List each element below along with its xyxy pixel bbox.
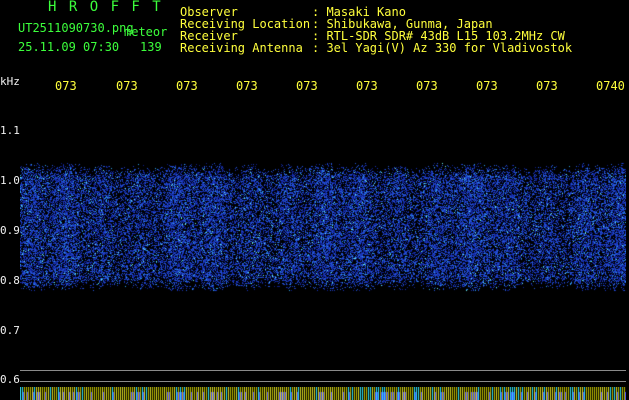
y-tick-3: 0.9 bbox=[0, 224, 20, 237]
x-tick-10: 0740 bbox=[596, 79, 625, 93]
x-tick-4: 073 bbox=[236, 79, 258, 93]
x-tick-2: 073 bbox=[116, 79, 138, 93]
datetime-label: 25.11.09 07:30 bbox=[18, 40, 120, 54]
x-tick-3: 073 bbox=[176, 79, 198, 93]
meteor-detection-strip bbox=[20, 387, 626, 400]
spectrogram-plot bbox=[20, 95, 626, 385]
x-tick-5: 073 bbox=[296, 79, 318, 93]
y-axis-unit: kHz bbox=[0, 75, 20, 88]
x-tick-7: 073 bbox=[416, 79, 438, 93]
meteor-count: 139 bbox=[140, 40, 162, 54]
antenna-label: Receiving Antenna bbox=[180, 41, 303, 55]
reference-line-upper bbox=[20, 370, 626, 371]
x-tick-9: 073 bbox=[536, 79, 558, 93]
y-tick-1: 1.1 bbox=[0, 124, 20, 137]
antenna-value: : 3el Yagi(V) Az 330 for Vladivostok bbox=[312, 41, 573, 55]
meteor-label: meteor bbox=[124, 25, 168, 39]
y-tick-4: 0.8 bbox=[0, 274, 20, 287]
y-tick-5: 0.7 bbox=[0, 324, 20, 337]
reference-line-lower bbox=[20, 381, 626, 382]
x-tick-8: 073 bbox=[476, 79, 498, 93]
y-tick-6: 0.6 bbox=[0, 373, 20, 386]
y-tick-2: 1.0 bbox=[0, 174, 20, 187]
x-tick-6: 073 bbox=[356, 79, 378, 93]
filename-label: UT2511090730.png bbox=[18, 21, 134, 35]
brand-title: H R O F F T bbox=[48, 0, 163, 15]
x-tick-1: 073 bbox=[55, 79, 77, 93]
